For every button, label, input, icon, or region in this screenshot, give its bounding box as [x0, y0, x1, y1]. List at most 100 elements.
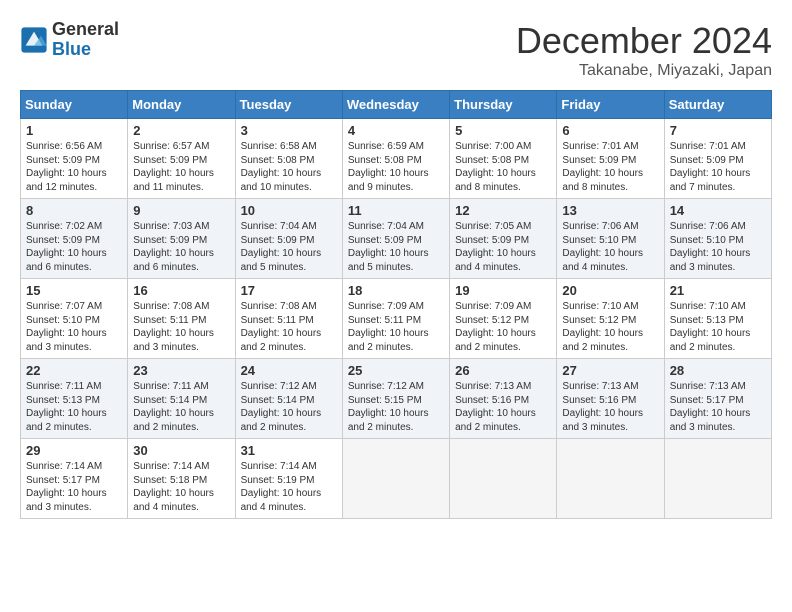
cell-info: Sunrise: 7:13 AMSunset: 5:16 PMDaylight:…: [455, 381, 536, 433]
day-number: 23: [133, 363, 229, 378]
calendar-cell: 29 Sunrise: 7:14 AMSunset: 5:17 PMDayligh…: [21, 439, 128, 519]
cell-info: Sunrise: 7:09 AMSunset: 5:11 PMDaylight:…: [348, 301, 429, 353]
calendar-cell: 22 Sunrise: 7:11 AMSunset: 5:13 PMDayligh…: [21, 359, 128, 439]
cell-info: Sunrise: 7:09 AMSunset: 5:12 PMDaylight:…: [455, 301, 536, 353]
day-number: 18: [348, 283, 444, 298]
calendar-cell: 1Sunrise: 6:56 AMSunset: 5:09 PMDaylight…: [21, 119, 128, 199]
cell-info: Sunrise: 7:14 AMSunset: 5:18 PMDaylight:…: [133, 461, 214, 513]
cell-info: Sunrise: 7:03 AMSunset: 5:09 PMDaylight:…: [133, 221, 214, 273]
calendar-cell: 31 Sunrise: 7:14 AMSunset: 5:19 PMDayligh…: [235, 439, 342, 519]
calendar-cell: 11Sunrise: 7:04 AMSunset: 5:09 PMDayligh…: [342, 199, 449, 279]
logo-text: General Blue: [52, 20, 119, 60]
cell-info: Sunrise: 7:11 AMSunset: 5:14 PMDaylight:…: [133, 381, 214, 433]
cell-info: Sunrise: 7:06 AMSunset: 5:10 PMDaylight:…: [670, 221, 751, 273]
cell-info: Sunrise: 7:08 AMSunset: 5:11 PMDaylight:…: [241, 301, 322, 353]
calendar-cell: 15 Sunrise: 7:07 AMSunset: 5:10 PMDayligh…: [21, 279, 128, 359]
calendar-cell: [664, 439, 771, 519]
calendar-cell: 17 Sunrise: 7:08 AMSunset: 5:11 PMDayligh…: [235, 279, 342, 359]
calendar-header-row: SundayMondayTuesdayWednesdayThursdayFrid…: [21, 91, 772, 119]
cell-info: Sunrise: 7:07 AMSunset: 5:10 PMDaylight:…: [26, 301, 107, 353]
day-number: 13: [562, 203, 658, 218]
calendar-cell: [342, 439, 449, 519]
day-number: 16: [133, 283, 229, 298]
day-number: 31: [241, 443, 337, 458]
calendar-cell: 2 Sunrise: 6:57 AMSunset: 5:09 PMDaylight…: [128, 119, 235, 199]
day-number: 22: [26, 363, 122, 378]
calendar-cell: 20 Sunrise: 7:10 AMSunset: 5:12 PMDayligh…: [557, 279, 664, 359]
day-number: 17: [241, 283, 337, 298]
cell-info: Sunrise: 7:04 AMSunset: 5:09 PMDaylight:…: [241, 221, 322, 273]
day-number: 6: [562, 123, 658, 138]
calendar-cell: 19 Sunrise: 7:09 AMSunset: 5:12 PMDayligh…: [450, 279, 557, 359]
day-number: 2: [133, 123, 229, 138]
cell-info: Sunrise: 7:12 AMSunset: 5:14 PMDaylight:…: [241, 381, 322, 433]
calendar-week-1: 1Sunrise: 6:56 AMSunset: 5:09 PMDaylight…: [21, 119, 772, 199]
day-number: 9: [133, 203, 229, 218]
cell-info: Sunrise: 7:13 AMSunset: 5:16 PMDaylight:…: [562, 381, 643, 433]
day-number: 24: [241, 363, 337, 378]
calendar-cell: 12Sunrise: 7:05 AMSunset: 5:09 PMDayligh…: [450, 199, 557, 279]
day-number: 8: [26, 203, 122, 218]
calendar-table: SundayMondayTuesdayWednesdayThursdayFrid…: [20, 90, 772, 519]
cell-info: Sunrise: 7:02 AMSunset: 5:09 PMDaylight:…: [26, 221, 107, 273]
calendar-cell: 16 Sunrise: 7:08 AMSunset: 5:11 PMDayligh…: [128, 279, 235, 359]
day-number: 14: [670, 203, 766, 218]
calendar-cell: 8 Sunrise: 7:02 AMSunset: 5:09 PMDaylight…: [21, 199, 128, 279]
calendar-cell: 21 Sunrise: 7:10 AMSunset: 5:13 PMDayligh…: [664, 279, 771, 359]
header-wednesday: Wednesday: [342, 91, 449, 119]
cell-info: Sunrise: 7:11 AMSunset: 5:13 PMDaylight:…: [26, 381, 107, 433]
header-tuesday: Tuesday: [235, 91, 342, 119]
day-number: 26: [455, 363, 551, 378]
page-header: General Blue December 2024 Takanabe, Miy…: [20, 20, 772, 80]
cell-info: Sunrise: 6:57 AMSunset: 5:09 PMDaylight:…: [133, 141, 214, 193]
day-number: 15: [26, 283, 122, 298]
calendar-cell: 6 Sunrise: 7:01 AMSunset: 5:09 PMDaylight…: [557, 119, 664, 199]
day-number: 30: [133, 443, 229, 458]
cell-info: Sunrise: 6:56 AMSunset: 5:09 PMDaylight:…: [26, 141, 107, 193]
logo: General Blue: [20, 20, 119, 60]
cell-info: Sunrise: 7:01 AMSunset: 5:09 PMDaylight:…: [670, 141, 751, 193]
day-number: 20: [562, 283, 658, 298]
calendar-cell: 26 Sunrise: 7:13 AMSunset: 5:16 PMDayligh…: [450, 359, 557, 439]
day-number: 25: [348, 363, 444, 378]
day-number: 5: [455, 123, 551, 138]
header-friday: Friday: [557, 91, 664, 119]
day-number: 10: [241, 203, 337, 218]
logo-blue: Blue: [52, 40, 119, 60]
calendar-cell: 9 Sunrise: 7:03 AMSunset: 5:09 PMDaylight…: [128, 199, 235, 279]
cell-info: Sunrise: 7:01 AMSunset: 5:09 PMDaylight:…: [562, 141, 643, 193]
cell-info: Sunrise: 7:12 AMSunset: 5:15 PMDaylight:…: [348, 381, 429, 433]
cell-info: Sunrise: 6:58 AMSunset: 5:08 PMDaylight:…: [241, 141, 322, 193]
day-number: 28: [670, 363, 766, 378]
cell-info: Sunrise: 7:14 AMSunset: 5:17 PMDaylight:…: [26, 461, 107, 513]
logo-icon: [20, 26, 48, 54]
day-number: 29: [26, 443, 122, 458]
cell-info: Sunrise: 6:59 AMSunset: 5:08 PMDaylight:…: [348, 141, 429, 193]
calendar-week-3: 15 Sunrise: 7:07 AMSunset: 5:10 PMDayligh…: [21, 279, 772, 359]
day-number: 19: [455, 283, 551, 298]
header-thursday: Thursday: [450, 91, 557, 119]
header-saturday: Saturday: [664, 91, 771, 119]
calendar-cell: 4Sunrise: 6:59 AMSunset: 5:08 PMDaylight…: [342, 119, 449, 199]
cell-info: Sunrise: 7:00 AMSunset: 5:08 PMDaylight:…: [455, 141, 536, 193]
day-number: 21: [670, 283, 766, 298]
calendar-week-4: 22 Sunrise: 7:11 AMSunset: 5:13 PMDayligh…: [21, 359, 772, 439]
cell-info: Sunrise: 7:05 AMSunset: 5:09 PMDaylight:…: [455, 221, 536, 273]
calendar-cell: 10 Sunrise: 7:04 AMSunset: 5:09 PMDayligh…: [235, 199, 342, 279]
day-number: 7: [670, 123, 766, 138]
calendar-cell: 18 Sunrise: 7:09 AMSunset: 5:11 PMDayligh…: [342, 279, 449, 359]
calendar-week-5: 29 Sunrise: 7:14 AMSunset: 5:17 PMDayligh…: [21, 439, 772, 519]
header-monday: Monday: [128, 91, 235, 119]
cell-info: Sunrise: 7:08 AMSunset: 5:11 PMDaylight:…: [133, 301, 214, 353]
cell-info: Sunrise: 7:10 AMSunset: 5:13 PMDaylight:…: [670, 301, 751, 353]
calendar-cell: 3Sunrise: 6:58 AMSunset: 5:08 PMDaylight…: [235, 119, 342, 199]
cell-info: Sunrise: 7:13 AMSunset: 5:17 PMDaylight:…: [670, 381, 751, 433]
calendar-cell: 24 Sunrise: 7:12 AMSunset: 5:14 PMDayligh…: [235, 359, 342, 439]
logo-general: General: [52, 20, 119, 40]
cell-info: Sunrise: 7:10 AMSunset: 5:12 PMDaylight:…: [562, 301, 643, 353]
day-number: 27: [562, 363, 658, 378]
calendar-cell: 27 Sunrise: 7:13 AMSunset: 5:16 PMDayligh…: [557, 359, 664, 439]
calendar-cell: 5 Sunrise: 7:00 AMSunset: 5:08 PMDaylight…: [450, 119, 557, 199]
cell-info: Sunrise: 7:14 AMSunset: 5:19 PMDaylight:…: [241, 461, 322, 513]
calendar-cell: 25 Sunrise: 7:12 AMSunset: 5:15 PMDayligh…: [342, 359, 449, 439]
